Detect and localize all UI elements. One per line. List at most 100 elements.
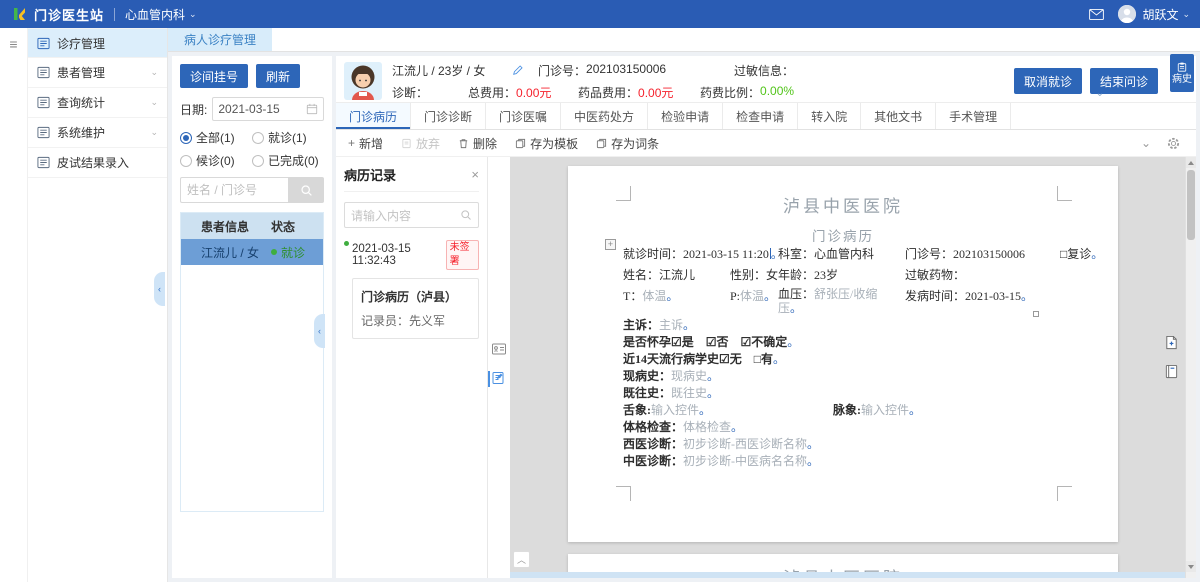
date-picker[interactable] bbox=[212, 97, 324, 121]
tab-surgery-mgmt[interactable]: 手术管理 bbox=[936, 103, 1011, 129]
scrollbar-thumb[interactable] bbox=[1187, 170, 1195, 240]
sidebar-item-query-stats[interactable]: 查询统计 ⌄ bbox=[28, 88, 167, 118]
sidebar-item-system-maintenance[interactable]: 系统维护 ⌄ bbox=[28, 118, 167, 148]
collapse-patient-info-chevron[interactable]: ⌄ bbox=[1096, 88, 1104, 99]
field-visit-no[interactable]: 门诊号：202103150006 bbox=[905, 245, 1025, 262]
new-page-icon[interactable] bbox=[1164, 335, 1179, 350]
status-text: 就诊 bbox=[281, 244, 305, 261]
tab-tcm-prescription[interactable]: 中医药处方 bbox=[561, 103, 648, 129]
close-icon[interactable]: × bbox=[471, 167, 479, 182]
western-diagnosis-field[interactable]: 初步诊断-西医诊断名称 bbox=[683, 437, 807, 451]
record-entry[interactable]: 2021-03-15 11:32:43 未签署 bbox=[344, 240, 479, 270]
edit-patient-icon[interactable] bbox=[512, 64, 524, 76]
tab-outpatient-record[interactable]: 门诊病历 bbox=[336, 103, 411, 129]
chief-complaint-field[interactable]: 主诉 bbox=[659, 318, 683, 332]
line-western-diagnosis: 西医诊断：初步诊断-西医诊断名称。 bbox=[623, 435, 1098, 452]
id-card-icon[interactable] bbox=[492, 343, 506, 355]
abandon-record-button[interactable]: 放弃 bbox=[401, 135, 440, 152]
calendar-icon bbox=[306, 103, 318, 115]
header-divider bbox=[114, 8, 115, 21]
note-edit-icon[interactable] bbox=[492, 371, 506, 385]
past-history-field[interactable]: 既往史 bbox=[671, 386, 707, 400]
delete-record-button[interactable]: 删除 bbox=[458, 135, 497, 152]
field-name[interactable]: 姓名：江流儿 bbox=[623, 266, 695, 283]
filter-finished-radio[interactable]: 已完成(0) bbox=[252, 152, 324, 169]
sidebar-item-skin-test-entry[interactable]: 皮试结果录入 bbox=[28, 148, 167, 178]
sidebar-item-treatment-mgmt[interactable]: 诊疗管理 bbox=[28, 28, 167, 58]
field-visit-time[interactable]: 就诊时间：2021-03-15 11:20。 bbox=[623, 245, 783, 262]
filter-all-radio[interactable]: 全部(1) bbox=[180, 129, 252, 146]
trash-icon bbox=[458, 138, 469, 149]
date-input[interactable] bbox=[218, 102, 294, 116]
record-panel-title: 病历记录 bbox=[344, 165, 396, 184]
scroll-to-top-button[interactable]: ︿ bbox=[513, 551, 530, 568]
tab-patient-treatment-mgmt[interactable]: 病人诊疗管理 bbox=[168, 28, 272, 51]
field-revisit-checkbox[interactable]: □复诊。 bbox=[1060, 245, 1103, 262]
present-illness-field[interactable]: 现病史 bbox=[671, 369, 707, 383]
scrollbar-down-arrow[interactable] bbox=[1186, 561, 1196, 572]
tab-lab-request[interactable]: 检验申请 bbox=[648, 103, 723, 129]
tongue-field[interactable]: 输入控件 bbox=[651, 403, 699, 417]
scrollbar-up-arrow[interactable] bbox=[1186, 157, 1196, 168]
horizontal-scrollbar[interactable] bbox=[510, 572, 1185, 578]
filter-visiting-radio[interactable]: 就诊(1) bbox=[252, 129, 324, 146]
table-handle-icon[interactable]: + bbox=[605, 239, 616, 250]
epidemic-checkboxes[interactable]: 近14天流行病学史☑无 □有 bbox=[623, 352, 773, 366]
user-menu[interactable]: 胡跃文 ⌄ bbox=[1142, 6, 1190, 23]
save-as-template-button[interactable]: 存为模板 bbox=[515, 135, 578, 152]
allergy-label: 过敏信息： bbox=[734, 62, 794, 79]
chevron-down-icon: ⌄ bbox=[150, 127, 158, 138]
pregnancy-checkboxes[interactable]: 是否怀孕☑是 ☑否 ☑不确定 bbox=[623, 335, 787, 349]
tab-outpatient-diagnosis[interactable]: 门诊诊断 bbox=[411, 103, 486, 129]
visit-no-label: 门诊号： bbox=[538, 62, 586, 79]
field-temperature[interactable]: T：体温。 bbox=[623, 287, 678, 304]
tab-outpatient-orders[interactable]: 门诊医嘱 bbox=[486, 103, 561, 129]
patient-info-cell: 江流儿 / 女 bbox=[181, 244, 271, 261]
cancel-visit-button[interactable]: 取消就诊 bbox=[1014, 68, 1082, 94]
status-dot-icon bbox=[271, 249, 277, 255]
clinic-register-button[interactable]: 诊间挂号 bbox=[180, 64, 248, 88]
filter-waiting-radio[interactable]: 候诊(0) bbox=[180, 152, 252, 169]
field-age[interactable]: 年龄：23岁 bbox=[778, 266, 838, 283]
drug-ratio-value: 0.00% bbox=[760, 84, 794, 101]
editor-gutter bbox=[488, 157, 510, 578]
document-page-1[interactable]: 泸县中医医院 门诊病历 + 就诊时间：2021-03-15 11:20。 科室：… bbox=[568, 166, 1118, 542]
toolbar-collapse-chevron[interactable]: ⌄ bbox=[1141, 136, 1151, 150]
sidebar-item-patient-mgmt[interactable]: 患者管理 ⌄ bbox=[28, 58, 167, 88]
document-icon bbox=[401, 138, 412, 149]
field-allergy-drug[interactable]: 过敏药物： bbox=[905, 266, 965, 283]
field-dept[interactable]: 科室：心血管内科 bbox=[778, 245, 874, 262]
field-pulse[interactable]: P:体温。 bbox=[730, 287, 776, 304]
medical-history-button[interactable]: 病史 bbox=[1170, 54, 1194, 92]
book-icon[interactable] bbox=[1164, 364, 1179, 379]
pulse-field[interactable]: 输入控件 bbox=[861, 403, 909, 417]
department-selector[interactable]: 心血管内科 ⌄ bbox=[125, 6, 197, 23]
user-avatar[interactable] bbox=[1118, 5, 1136, 23]
sidebar-collapse-handle[interactable]: ‹ bbox=[154, 272, 165, 306]
sidebar-item-label: 患者管理 bbox=[57, 64, 105, 81]
tab-exam-request[interactable]: 检查申请 bbox=[723, 103, 798, 129]
record-card[interactable]: 门诊病历（泸县） 记录员：先义军 bbox=[352, 278, 479, 339]
field-blood-pressure[interactable]: 血压：舒张压/收缩压。 bbox=[778, 287, 896, 315]
mail-icon[interactable] bbox=[1089, 9, 1104, 20]
tcm-diagnosis-field[interactable]: 初步诊断-中医病名名称 bbox=[683, 454, 807, 468]
patient-search-input[interactable] bbox=[180, 177, 288, 203]
vertical-scrollbar[interactable] bbox=[1185, 157, 1196, 578]
plus-icon: + bbox=[348, 136, 355, 150]
patient-search-button[interactable] bbox=[288, 177, 324, 203]
patient-table-row[interactable]: 江流儿 / 女 就诊 bbox=[181, 239, 323, 265]
field-onset-time[interactable]: 发病时间：2021-03-15。 bbox=[905, 287, 1033, 304]
hamburger-icon[interactable]: ≡ bbox=[9, 36, 17, 52]
line-epidemic-history: 近14天流行病学史☑无 □有。 bbox=[623, 350, 1098, 367]
field-gender[interactable]: 性别：女 bbox=[730, 266, 778, 283]
tab-other-documents[interactable]: 其他文书 bbox=[861, 103, 936, 129]
list-icon bbox=[37, 126, 50, 139]
patient-panel-collapse-handle[interactable]: ‹ bbox=[314, 314, 325, 348]
physical-exam-field[interactable]: 体格检查 bbox=[683, 420, 731, 434]
record-search-box[interactable]: 请输入内容 bbox=[344, 202, 479, 228]
add-record-button[interactable]: + 新增 bbox=[348, 135, 383, 152]
tab-admission[interactable]: 转入院 bbox=[798, 103, 861, 129]
gear-icon[interactable] bbox=[1167, 137, 1180, 150]
refresh-button[interactable]: 刷新 bbox=[256, 64, 300, 88]
save-as-entry-button[interactable]: 存为词条 bbox=[596, 135, 659, 152]
